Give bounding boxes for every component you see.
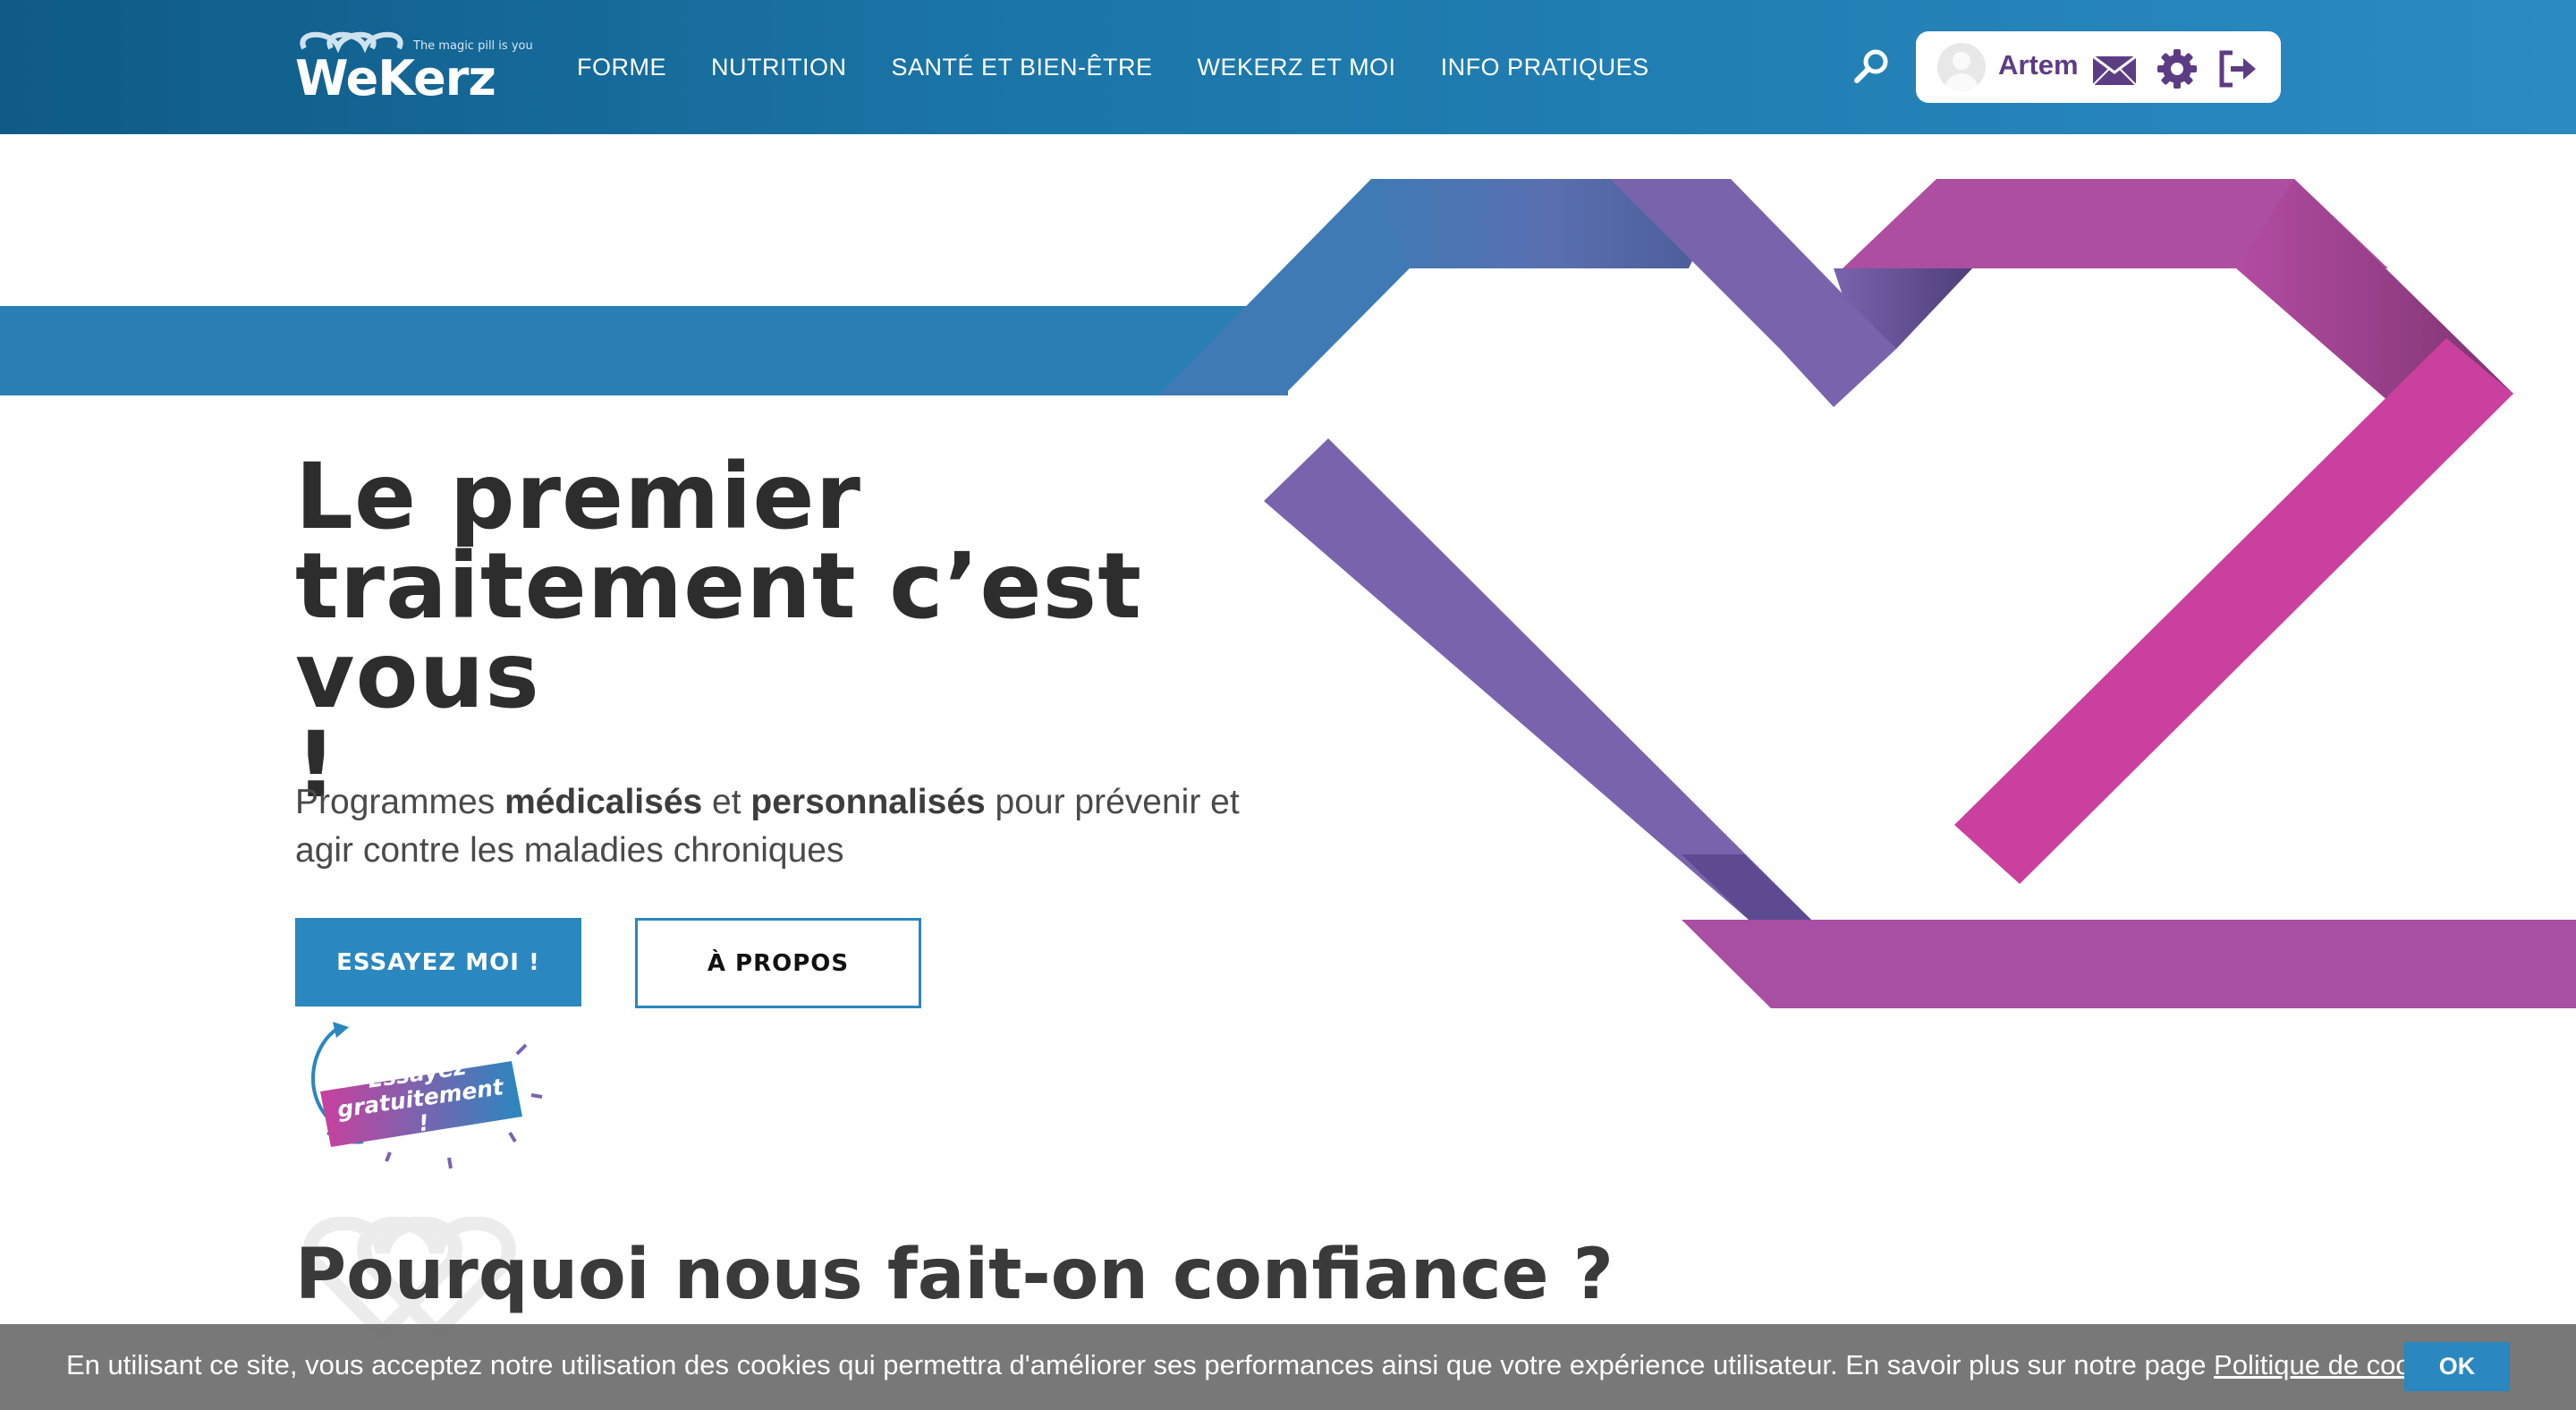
ribbon-bottom-fold <box>1682 854 1811 920</box>
gear-icon[interactable] <box>2156 47 2199 90</box>
cookie-ok-button[interactable]: OK <box>2404 1342 2510 1391</box>
cookie-text: En utilisant ce site, vous acceptez notr… <box>66 1349 2461 1381</box>
nav-info-pratiques[interactable]: INFO PRATIQUES <box>1441 54 1649 81</box>
search-icon[interactable] <box>1852 47 1893 88</box>
hero-title: Le premier traitement c’est vous ! <box>295 452 1279 811</box>
top-header: The magic pill is you WeKerz FORME NUTRI… <box>0 0 2576 134</box>
logo-wordmark: WeKerz <box>295 50 496 106</box>
user-name[interactable]: Artem <box>1998 49 2079 81</box>
cookie-message: En utilisant ce site, vous acceptez notr… <box>66 1349 2215 1380</box>
hero-subtitle-bold: personnalisés <box>750 783 986 821</box>
user-panel: Artem <box>1916 31 2281 103</box>
hero-title-line2: traitement c’est vous <box>295 533 1142 729</box>
hero-subtitle-bold: médicalisés <box>504 783 703 821</box>
cookie-banner: En utilisant ce site, vous acceptez notr… <box>0 1324 2576 1410</box>
nav-nutrition[interactable]: NUTRITION <box>711 54 846 81</box>
main-nav: FORME NUTRITION SANTÉ ET BIEN-ÊTRE WEKER… <box>577 0 1649 134</box>
ribbon-band-bottom <box>1682 920 2576 1008</box>
nav-wekerz-et-moi[interactable]: WEKERZ ET MOI <box>1198 54 1396 81</box>
section-title: Pourquoi nous fait-on confiance ? <box>295 1235 1614 1315</box>
ribbon-band-blue <box>0 306 1288 395</box>
ribbon-diag-purple-left <box>1264 438 1811 920</box>
avatar-icon <box>1945 52 1978 91</box>
nav-sante[interactable]: SANTÉ ET BIEN-ÊTRE <box>891 54 1152 81</box>
logout-icon[interactable] <box>2216 47 2259 90</box>
ribbon-diag-magenta <box>1954 338 2513 884</box>
hero-subtitle-text: Programmes <box>295 783 505 821</box>
hero-subtitle: Programmes médicalisés et personnalisés … <box>295 778 1279 875</box>
about-button[interactable]: À PROPOS <box>635 918 921 1008</box>
hero-subtitle-text: et <box>702 783 751 821</box>
avatar[interactable] <box>1937 43 1986 91</box>
wekerz-logo[interactable]: The magic pill is you WeKerz <box>295 30 537 107</box>
try-me-button[interactable]: ESSAYEZ MOI ! <box>295 918 581 1007</box>
nav-forme[interactable]: FORME <box>577 54 666 81</box>
mail-icon[interactable] <box>2091 47 2137 90</box>
